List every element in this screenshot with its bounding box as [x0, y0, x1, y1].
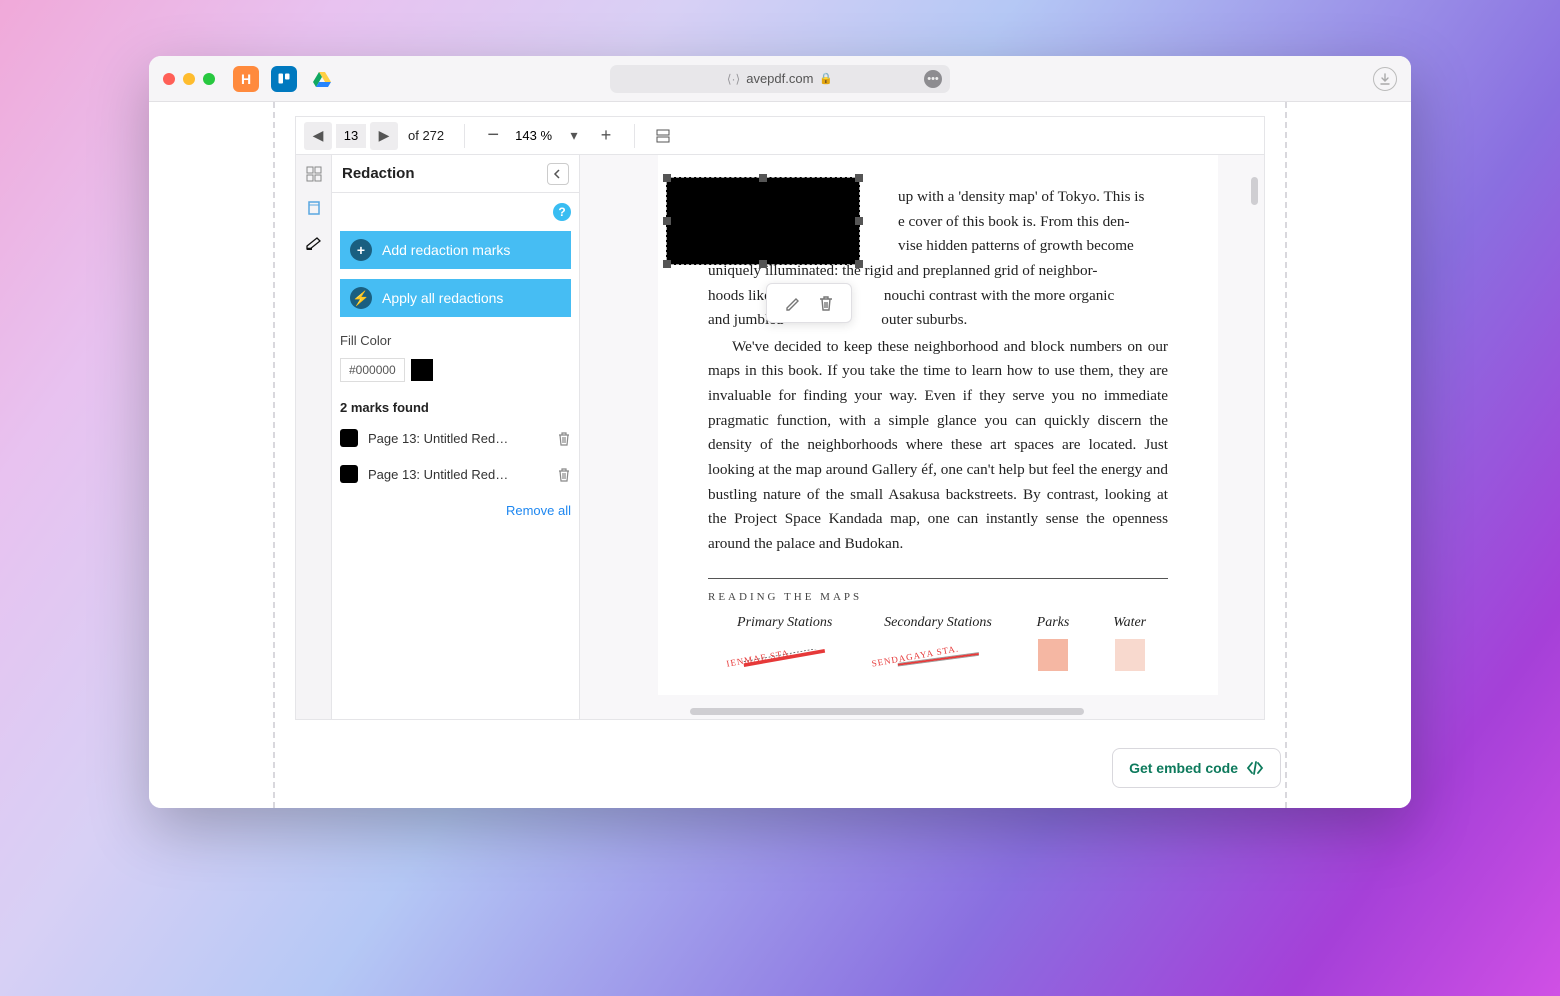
editor-toolbar: ◀ 13 ▶ of 272 − 143 % ▾ +	[296, 117, 1264, 155]
resize-handle-ne[interactable]	[855, 174, 863, 182]
zoom-level-label: 143 %	[511, 128, 556, 143]
page-settings-icon[interactable]: •••	[924, 70, 942, 88]
mark-list-item[interactable]: Page 13: Untitled Red…	[340, 425, 571, 451]
edit-mark-icon[interactable]	[784, 294, 802, 312]
legend-row: Primary Stations IENMAE STA. Secondary S…	[708, 615, 1168, 675]
downloads-icon[interactable]	[1373, 67, 1397, 91]
help-icon[interactable]: ?	[553, 203, 571, 221]
paragraph: We've decided to keep these neighborhood…	[708, 335, 1168, 557]
maps-section: READING THE MAPS Primary Stations IENMAE…	[708, 578, 1168, 675]
mark-label: Page 13: Untitled Red…	[368, 431, 547, 446]
mark-label: Page 13: Untitled Red…	[368, 467, 547, 482]
lock-icon: 🔒	[819, 72, 833, 85]
pdf-editor: ◀ 13 ▶ of 272 − 143 % ▾ +	[295, 116, 1265, 720]
legend-parks: Parks	[1015, 615, 1092, 675]
embed-label: Get embed code	[1129, 760, 1238, 776]
zoom-dropdown-button[interactable]: ▾	[560, 122, 588, 150]
document-viewport[interactable]: up with a 'density map' of Tokyo. This i…	[580, 155, 1264, 719]
panel-header: Redaction	[332, 155, 579, 193]
redaction-mark-selected[interactable]	[666, 177, 860, 265]
fill-color-label: Fill Color	[340, 333, 571, 348]
legend-secondary: Secondary Stations SENDAGAYA STA.	[861, 615, 1014, 675]
resize-handle-n[interactable]	[759, 174, 767, 182]
browser-window: H ⟨·⟩ avepdf.com 🔒 ••• ◀ 13 ▶	[149, 56, 1411, 808]
delete-mark-icon[interactable]	[557, 431, 571, 446]
reader-icon: ⟨·⟩	[727, 72, 740, 86]
resize-handle-w[interactable]	[663, 217, 671, 225]
legend-primary: Primary Stations IENMAE STA.	[708, 615, 861, 675]
zoom-in-button[interactable]: +	[592, 122, 620, 150]
plus-circle-icon: +	[350, 239, 372, 261]
minimize-window-button[interactable]	[183, 73, 195, 85]
delete-mark-icon[interactable]	[818, 294, 834, 312]
thumbnails-tab-icon[interactable]	[303, 163, 325, 185]
resize-handle-nw[interactable]	[663, 174, 671, 182]
get-embed-code-button[interactable]: Get embed code	[1112, 748, 1281, 788]
mark-swatch-icon	[340, 465, 358, 483]
traffic-lights	[163, 73, 215, 85]
delete-mark-icon[interactable]	[557, 467, 571, 482]
mark-list-item[interactable]: Page 13: Untitled Red…	[340, 461, 571, 487]
fill-color-row: #000000	[340, 358, 571, 382]
page-total-label: of 272	[402, 128, 450, 143]
bookmarks-tab-icon[interactable]	[303, 197, 325, 219]
divider	[464, 124, 465, 148]
resize-handle-se[interactable]	[855, 260, 863, 268]
vertical-scrollbar[interactable]	[1251, 177, 1258, 205]
apply-redactions-button[interactable]: ⚡ Apply all redactions	[340, 279, 571, 317]
extension-h-icon[interactable]: H	[233, 66, 259, 92]
page-next-button[interactable]: ▶	[370, 122, 398, 150]
resize-handle-s[interactable]	[759, 260, 767, 268]
remove-all-link[interactable]: Remove all	[340, 503, 571, 518]
bolt-circle-icon: ⚡	[350, 287, 372, 309]
add-redaction-button[interactable]: + Add redaction marks	[340, 231, 571, 269]
redaction-tab-icon[interactable]	[303, 231, 325, 253]
extension-drive-icon[interactable]	[309, 66, 335, 92]
zoom-out-button[interactable]: −	[479, 122, 507, 150]
redaction-panel: Redaction ? + Add redaction marks ⚡	[332, 155, 580, 719]
panel-title: Redaction	[342, 165, 415, 182]
extension-icons: H	[233, 66, 335, 92]
resize-handle-sw[interactable]	[663, 260, 671, 268]
close-window-button[interactable]	[163, 73, 175, 85]
marks-count-label: 2 marks found	[340, 400, 571, 415]
code-icon	[1246, 761, 1264, 775]
legend-water: Water	[1091, 615, 1168, 675]
titlebar: H ⟨·⟩ avepdf.com 🔒 •••	[149, 56, 1411, 102]
add-redaction-label: Add redaction marks	[382, 242, 510, 258]
layout-button[interactable]	[649, 122, 677, 150]
fill-color-hex-input[interactable]: #000000	[340, 358, 405, 382]
extension-trello-icon[interactable]	[271, 66, 297, 92]
zoom-window-button[interactable]	[203, 73, 215, 85]
url-bar[interactable]: ⟨·⟩ avepdf.com 🔒 •••	[610, 65, 950, 93]
selection-toolbar	[766, 283, 852, 323]
mark-swatch-icon	[340, 429, 358, 447]
page-current-input[interactable]: 13	[336, 124, 366, 148]
horizontal-scrollbar[interactable]	[690, 708, 1084, 715]
page-prev-button[interactable]: ◀	[304, 122, 332, 150]
apply-redactions-label: Apply all redactions	[382, 290, 503, 306]
collapse-panel-button[interactable]	[547, 163, 569, 185]
editor-body: Redaction ? + Add redaction marks ⚡	[296, 155, 1264, 719]
divider	[634, 124, 635, 148]
maps-heading: READING THE MAPS	[708, 591, 1168, 603]
panel-body: ? + Add redaction marks ⚡ Apply all reda…	[332, 193, 579, 719]
fill-color-swatch[interactable]	[411, 359, 433, 381]
resize-handle-e[interactable]	[855, 217, 863, 225]
url-text: avepdf.com	[746, 71, 813, 86]
sidebar-tabs	[296, 155, 332, 719]
page-stage: ◀ 13 ▶ of 272 − 143 % ▾ +	[149, 102, 1411, 808]
